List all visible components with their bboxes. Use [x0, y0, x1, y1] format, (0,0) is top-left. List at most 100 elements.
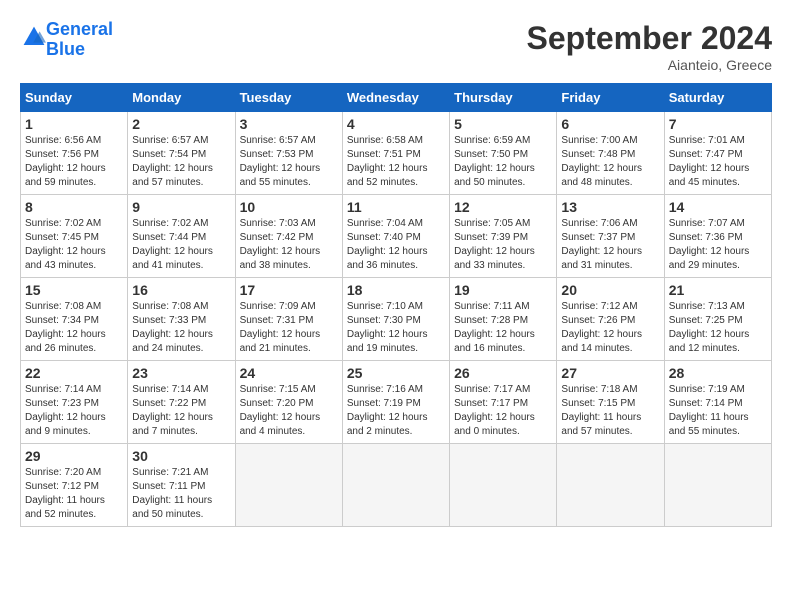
day-number: 15: [25, 282, 123, 298]
table-row: 5 Sunrise: 6:59 AMSunset: 7:50 PMDayligh…: [450, 112, 557, 195]
logo: General Blue: [20, 20, 113, 60]
table-row: 25 Sunrise: 7:16 AMSunset: 7:19 PMDaylig…: [342, 361, 449, 444]
table-row: 27 Sunrise: 7:18 AMSunset: 7:15 PMDaylig…: [557, 361, 664, 444]
calendar-week-row: 8 Sunrise: 7:02 AMSunset: 7:45 PMDayligh…: [21, 195, 772, 278]
table-row: 7 Sunrise: 7:01 AMSunset: 7:47 PMDayligh…: [664, 112, 771, 195]
day-info: Sunrise: 7:16 AMSunset: 7:19 PMDaylight:…: [347, 383, 445, 439]
day-info: Sunrise: 7:11 AMSunset: 7:28 PMDaylight:…: [454, 300, 552, 356]
day-info: Sunrise: 7:20 AMSunset: 7:12 PMDaylight:…: [25, 466, 123, 522]
day-info: Sunrise: 7:13 AMSunset: 7:25 PMDaylight:…: [669, 300, 767, 356]
day-number: 30: [132, 448, 230, 464]
day-number: 27: [561, 365, 659, 381]
day-info: Sunrise: 7:05 AMSunset: 7:39 PMDaylight:…: [454, 217, 552, 273]
table-row: 4 Sunrise: 6:58 AMSunset: 7:51 PMDayligh…: [342, 112, 449, 195]
table-row: 13 Sunrise: 7:06 AMSunset: 7:37 PMDaylig…: [557, 195, 664, 278]
header-friday: Friday: [557, 84, 664, 112]
table-row: 23 Sunrise: 7:14 AMSunset: 7:22 PMDaylig…: [128, 361, 235, 444]
month-title: September 2024: [527, 20, 772, 57]
day-number: 26: [454, 365, 552, 381]
table-row: 20 Sunrise: 7:12 AMSunset: 7:26 PMDaylig…: [557, 278, 664, 361]
day-number: 7: [669, 116, 767, 132]
table-row: 28 Sunrise: 7:19 AMSunset: 7:14 PMDaylig…: [664, 361, 771, 444]
day-number: 12: [454, 199, 552, 215]
table-row: 24 Sunrise: 7:15 AMSunset: 7:20 PMDaylig…: [235, 361, 342, 444]
day-info: Sunrise: 7:08 AMSunset: 7:33 PMDaylight:…: [132, 300, 230, 356]
day-info: Sunrise: 6:59 AMSunset: 7:50 PMDaylight:…: [454, 134, 552, 190]
table-row: 30 Sunrise: 7:21 AMSunset: 7:11 PMDaylig…: [128, 444, 235, 527]
day-number: 21: [669, 282, 767, 298]
table-row: 8 Sunrise: 7:02 AMSunset: 7:45 PMDayligh…: [21, 195, 128, 278]
day-info: Sunrise: 7:01 AMSunset: 7:47 PMDaylight:…: [669, 134, 767, 190]
table-row: 19 Sunrise: 7:11 AMSunset: 7:28 PMDaylig…: [450, 278, 557, 361]
table-row: 16 Sunrise: 7:08 AMSunset: 7:33 PMDaylig…: [128, 278, 235, 361]
table-row: [235, 444, 342, 527]
day-info: Sunrise: 7:21 AMSunset: 7:11 PMDaylight:…: [132, 466, 230, 522]
table-row: 3 Sunrise: 6:57 AMSunset: 7:53 PMDayligh…: [235, 112, 342, 195]
weekday-header-row: Sunday Monday Tuesday Wednesday Thursday…: [21, 84, 772, 112]
table-row: 21 Sunrise: 7:13 AMSunset: 7:25 PMDaylig…: [664, 278, 771, 361]
day-info: Sunrise: 7:18 AMSunset: 7:15 PMDaylight:…: [561, 383, 659, 439]
calendar-week-row: 15 Sunrise: 7:08 AMSunset: 7:34 PMDaylig…: [21, 278, 772, 361]
header-wednesday: Wednesday: [342, 84, 449, 112]
table-row: 10 Sunrise: 7:03 AMSunset: 7:42 PMDaylig…: [235, 195, 342, 278]
day-info: Sunrise: 7:07 AMSunset: 7:36 PMDaylight:…: [669, 217, 767, 273]
day-info: Sunrise: 7:09 AMSunset: 7:31 PMDaylight:…: [240, 300, 338, 356]
day-number: 28: [669, 365, 767, 381]
table-row: [557, 444, 664, 527]
table-row: 1 Sunrise: 6:56 AMSunset: 7:56 PMDayligh…: [21, 112, 128, 195]
table-row: 26 Sunrise: 7:17 AMSunset: 7:17 PMDaylig…: [450, 361, 557, 444]
day-info: Sunrise: 6:56 AMSunset: 7:56 PMDaylight:…: [25, 134, 123, 190]
day-number: 19: [454, 282, 552, 298]
calendar-week-row: 22 Sunrise: 7:14 AMSunset: 7:23 PMDaylig…: [21, 361, 772, 444]
day-info: Sunrise: 7:02 AMSunset: 7:45 PMDaylight:…: [25, 217, 123, 273]
header-monday: Monday: [128, 84, 235, 112]
day-number: 29: [25, 448, 123, 464]
day-number: 2: [132, 116, 230, 132]
day-info: Sunrise: 6:57 AMSunset: 7:53 PMDaylight:…: [240, 134, 338, 190]
table-row: 29 Sunrise: 7:20 AMSunset: 7:12 PMDaylig…: [21, 444, 128, 527]
table-row: 9 Sunrise: 7:02 AMSunset: 7:44 PMDayligh…: [128, 195, 235, 278]
table-row: 6 Sunrise: 7:00 AMSunset: 7:48 PMDayligh…: [557, 112, 664, 195]
day-number: 10: [240, 199, 338, 215]
logo-icon: [22, 25, 46, 49]
day-number: 14: [669, 199, 767, 215]
table-row: [664, 444, 771, 527]
day-number: 17: [240, 282, 338, 298]
day-info: Sunrise: 7:17 AMSunset: 7:17 PMDaylight:…: [454, 383, 552, 439]
header-tuesday: Tuesday: [235, 84, 342, 112]
day-number: 13: [561, 199, 659, 215]
day-number: 23: [132, 365, 230, 381]
day-info: Sunrise: 7:04 AMSunset: 7:40 PMDaylight:…: [347, 217, 445, 273]
day-info: Sunrise: 6:58 AMSunset: 7:51 PMDaylight:…: [347, 134, 445, 190]
day-number: 4: [347, 116, 445, 132]
day-info: Sunrise: 7:12 AMSunset: 7:26 PMDaylight:…: [561, 300, 659, 356]
day-number: 18: [347, 282, 445, 298]
table-row: 14 Sunrise: 7:07 AMSunset: 7:36 PMDaylig…: [664, 195, 771, 278]
day-number: 6: [561, 116, 659, 132]
header-saturday: Saturday: [664, 84, 771, 112]
day-number: 1: [25, 116, 123, 132]
day-info: Sunrise: 6:57 AMSunset: 7:54 PMDaylight:…: [132, 134, 230, 190]
day-number: 20: [561, 282, 659, 298]
day-number: 5: [454, 116, 552, 132]
table-row: [450, 444, 557, 527]
table-row: 22 Sunrise: 7:14 AMSunset: 7:23 PMDaylig…: [21, 361, 128, 444]
table-row: 17 Sunrise: 7:09 AMSunset: 7:31 PMDaylig…: [235, 278, 342, 361]
day-info: Sunrise: 7:10 AMSunset: 7:30 PMDaylight:…: [347, 300, 445, 356]
day-number: 11: [347, 199, 445, 215]
calendar-week-row: 1 Sunrise: 6:56 AMSunset: 7:56 PMDayligh…: [21, 112, 772, 195]
location: Aianteio, Greece: [527, 57, 772, 73]
day-number: 16: [132, 282, 230, 298]
table-row: 11 Sunrise: 7:04 AMSunset: 7:40 PMDaylig…: [342, 195, 449, 278]
day-number: 9: [132, 199, 230, 215]
table-row: 12 Sunrise: 7:05 AMSunset: 7:39 PMDaylig…: [450, 195, 557, 278]
day-number: 22: [25, 365, 123, 381]
calendar-table: Sunday Monday Tuesday Wednesday Thursday…: [20, 83, 772, 527]
header-thursday: Thursday: [450, 84, 557, 112]
day-number: 24: [240, 365, 338, 381]
day-info: Sunrise: 7:03 AMSunset: 7:42 PMDaylight:…: [240, 217, 338, 273]
day-info: Sunrise: 7:15 AMSunset: 7:20 PMDaylight:…: [240, 383, 338, 439]
header-sunday: Sunday: [21, 84, 128, 112]
table-row: 18 Sunrise: 7:10 AMSunset: 7:30 PMDaylig…: [342, 278, 449, 361]
logo-text: General Blue: [46, 20, 113, 60]
